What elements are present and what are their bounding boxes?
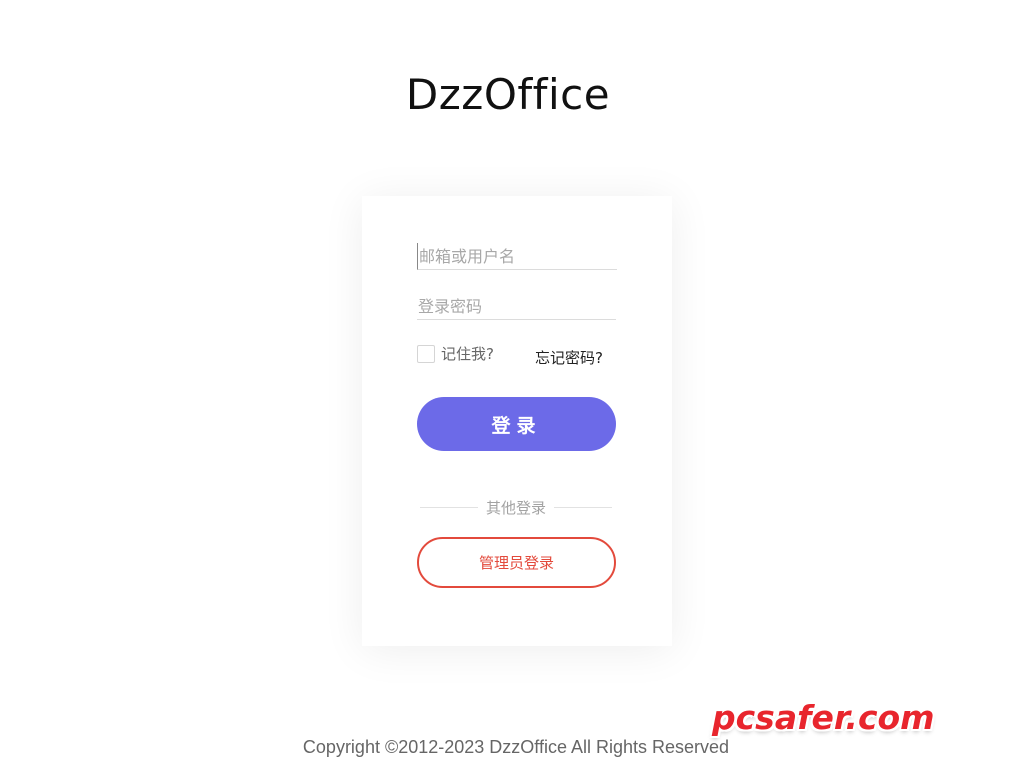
app-title: DzzOffice [405,70,611,119]
admin-login-button[interactable]: 管理员登录 [417,537,616,588]
remember-me-checkbox[interactable] [417,344,435,363]
username-input[interactable] [417,243,617,270]
other-login-label: 其他登录 [486,498,547,517]
divider-line-left [420,506,478,508]
remember-me-label: 记住我? [441,345,494,363]
watermark-logo: pcsafer.com [712,698,935,737]
login-card: 记住我? 忘记密码? 登录 其他登录 管理员登录 [362,196,672,646]
login-button[interactable]: 登录 [417,397,616,451]
password-input[interactable] [417,293,616,320]
divider-line-right [554,506,613,508]
other-login-divider: 其他登录 [420,497,613,517]
forgot-password-link[interactable]: 忘记密码? [535,347,603,368]
login-page: DzzOffice 记住我? 忘记密码? 登录 其他登录 管理员登录 pcsaf… [0,0,1016,778]
remember-me-toggle[interactable]: 记住我? [417,343,494,364]
footer-copyright: Copyright ©2012-2023 DzzOffice All Right… [302,737,730,757]
